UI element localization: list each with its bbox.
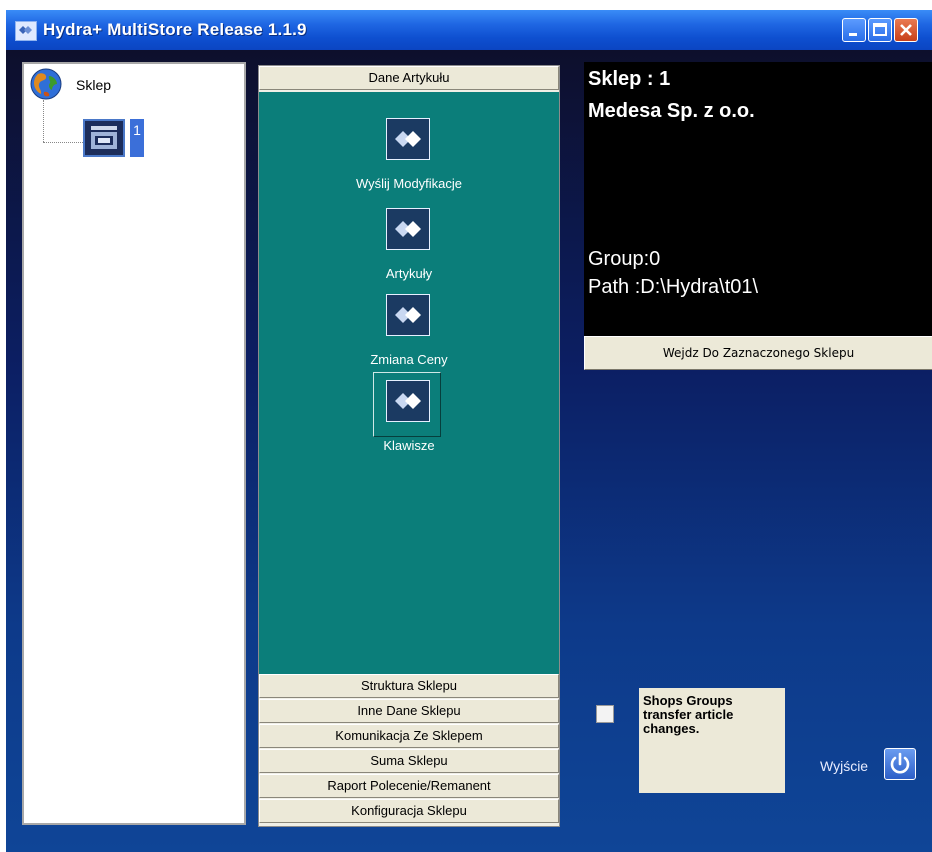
shop-number: Sklep : 1 [588,68,671,90]
tree-node-label[interactable]: 1 [130,119,144,157]
minimize-icon [849,33,857,36]
title-bar[interactable]: Hydra+ MultiStore Release 1.1.9 [6,10,932,50]
minimize-button[interactable] [842,18,866,42]
outlook-item[interactable]: Artykuły [259,208,559,288]
close-button[interactable] [894,18,918,42]
app-icon [15,21,37,41]
outlook-bar: Dane Artykułu Wyślij Modyfikacje Artykuł… [258,65,560,827]
app-window: Hydra+ MultiStore Release 1.1.9 Sklep 1 … [6,10,932,852]
section-header-button[interactable]: Dane Artykułu [259,66,559,90]
exit-button[interactable] [884,748,916,780]
section-button[interactable]: Raport Polecenie/Remanent [259,774,559,798]
client-area: Sklep 1 Dane Artykułu Wyślij Modyfikacje… [6,50,932,852]
store-icon [91,126,117,149]
arrows-icon [386,294,430,336]
outlook-item-selected[interactable]: Klawisze [259,372,559,460]
company-name: Medesa Sp. z o.o. [588,100,755,122]
enter-shop-button[interactable]: Wejdz Do Zaznaczonego Sklepu [584,336,932,370]
window-title: Hydra+ MultiStore Release 1.1.9 [43,20,307,39]
shop-tree[interactable]: Sklep 1 [22,62,246,825]
shops-groups-checkbox[interactable] [596,705,614,723]
section-button[interactable]: Konfiguracja Sklepu [259,799,559,823]
globe-icon [30,68,62,100]
item-label: Wyślij Modyfikacje [355,176,463,191]
shop-info-panel: Sklep : 1 Medesa Sp. z o.o. Group:0 Path… [584,62,932,338]
tree-root-label[interactable]: Sklep [76,77,111,93]
arrows-icon [386,380,430,422]
section-button[interactable]: Inne Dane Sklepu [259,699,559,723]
exit-label: Wyjście [820,758,869,774]
outlook-item[interactable]: Wyślij Modyfikacje [259,118,559,198]
shop-node-icon[interactable] [83,119,125,157]
power-icon [890,752,910,774]
item-label: Zmiana Ceny [370,352,448,367]
arrows-icon [386,208,430,250]
path-value: Path :D:\Hydra\t01\ [588,276,759,298]
item-label: Klawisze [383,438,435,453]
maximize-button[interactable] [868,18,892,42]
section-button[interactable]: Suma Sklepu [259,749,559,773]
tree-connector [43,142,83,143]
checkbox-label: Shops Groups transfer article changes. [639,688,785,793]
outlook-item[interactable]: Zmiana Ceny [259,294,559,374]
maximize-icon [873,23,887,36]
tree-connector [43,100,44,142]
close-icon [900,24,912,36]
arrows-icon [386,118,430,160]
item-label: Artykuły [385,266,433,281]
section-button[interactable]: Komunikacja Ze Sklepem [259,724,559,748]
section-items-panel: Wyślij Modyfikacje Artykuły Zmiana Ceny [259,92,559,674]
section-button[interactable]: Struktura Sklepu [259,674,559,698]
group-value: Group:0 [588,248,661,270]
